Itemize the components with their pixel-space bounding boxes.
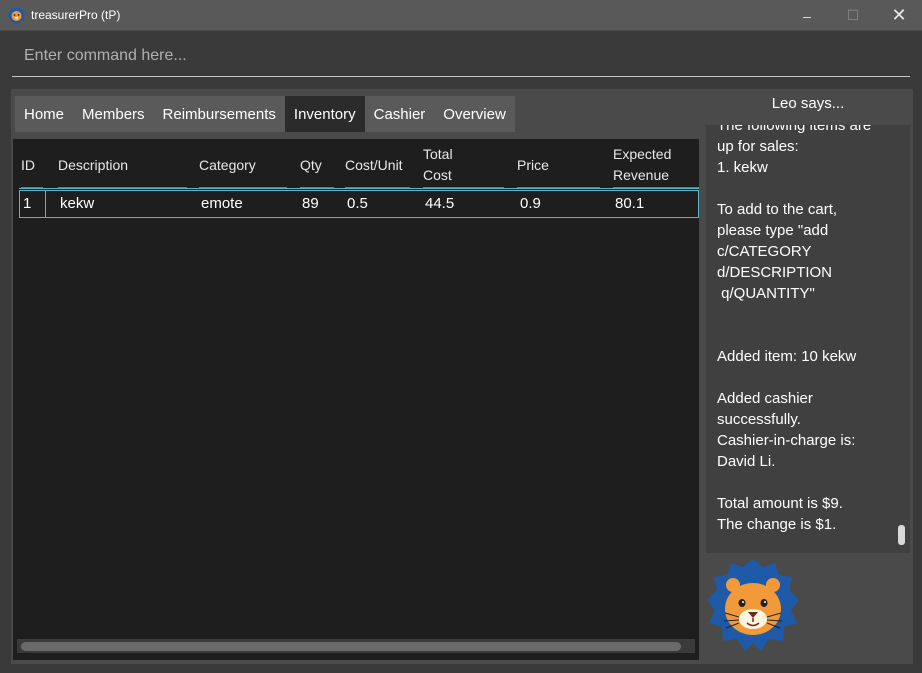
lion-app-icon: [8, 7, 25, 24]
cell-category: emote: [201, 195, 243, 212]
tab-reimbursements[interactable]: Reimbursements: [153, 96, 285, 132]
cell-qty: 89: [302, 195, 319, 212]
lion-mascot-icon: [707, 559, 799, 651]
cell-total-cost: 44.5: [425, 195, 455, 212]
assistant-message: The following items are up for sales: 1.…: [717, 125, 872, 533]
header-category-label: Category: [199, 156, 256, 173]
column-header-price[interactable]: Price: [517, 143, 606, 188]
tab-overview[interactable]: Overview: [434, 96, 515, 132]
header-divider: [19, 188, 699, 189]
minimize-button[interactable]: –: [784, 0, 830, 31]
column-header-qty[interactable]: Qty: [300, 143, 340, 188]
cell-description: kekw: [60, 195, 95, 212]
column-header-description[interactable]: Description: [58, 143, 193, 188]
command-input[interactable]: [12, 35, 910, 77]
cell-price: 0.9: [520, 195, 541, 212]
tab-bar: Home Members Reimbursements Inventory Ca…: [15, 96, 515, 132]
column-header-expected-revenue[interactable]: Expected Revenue: [613, 143, 699, 188]
inventory-table: ID Description Category Qty Cost/Unit To…: [13, 139, 699, 660]
cell-expected-revenue: 80.1: [615, 195, 645, 212]
main-panel: Home Members Reimbursements Inventory Ca…: [11, 89, 703, 664]
header-cost-unit-label: Cost/Unit: [345, 156, 403, 173]
header-id-label: ID: [21, 156, 35, 173]
horizontal-scrollbar[interactable]: [17, 639, 695, 653]
assistant-message-box[interactable]: The following items are up for sales: 1.…: [706, 125, 910, 553]
column-header-total-cost[interactable]: Total Cost: [423, 143, 510, 188]
maximize-button[interactable]: ☐: [830, 0, 876, 31]
assistant-panel: Leo says... The following items are up f…: [703, 89, 913, 664]
cell-id: 1: [23, 195, 32, 212]
column-header-category[interactable]: Category: [199, 143, 293, 188]
column-header-id[interactable]: ID: [21, 143, 49, 188]
header-total-cost-label: Total Cost: [423, 146, 453, 183]
table-row[interactable]: 1 kekw emote 89 0.5 44.5 0.9 80.1: [19, 190, 699, 218]
tab-members[interactable]: Members: [73, 96, 154, 132]
header-expected-revenue-label: Expected Revenue: [613, 146, 672, 183]
column-separator: [45, 191, 46, 217]
tab-cashier[interactable]: Cashier: [364, 96, 435, 132]
column-header-cost-unit[interactable]: Cost/Unit: [345, 143, 416, 188]
assistant-header: Leo says...: [771, 95, 845, 112]
window-title: treasurerPro (tP): [31, 8, 121, 22]
header-qty-label: Qty: [300, 156, 322, 173]
header-description-label: Description: [58, 156, 129, 173]
horizontal-scrollbar-thumb[interactable]: [21, 642, 681, 651]
vertical-scrollbar[interactable]: [895, 125, 907, 553]
tab-inventory[interactable]: Inventory: [284, 96, 365, 132]
command-area: [0, 31, 922, 84]
cell-cost-unit: 0.5: [347, 195, 368, 212]
vertical-scrollbar-thumb[interactable]: [898, 525, 905, 545]
title-bar: treasurerPro (tP) – ☐ ✕: [0, 0, 922, 31]
close-button[interactable]: ✕: [876, 0, 922, 31]
tab-home[interactable]: Home: [15, 96, 74, 132]
table-header: ID Description Category Qty Cost/Unit To…: [19, 143, 699, 188]
header-price-label: Price: [517, 156, 549, 173]
